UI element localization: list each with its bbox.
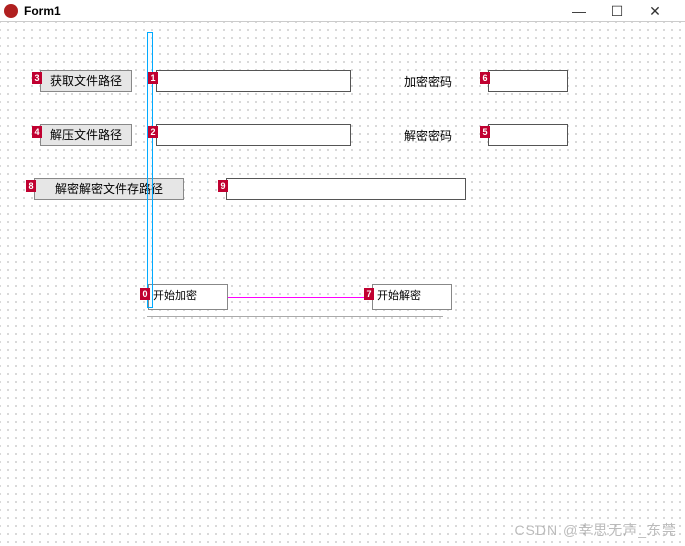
index-tag: 2	[148, 126, 158, 138]
get-file-path-button[interactable]: 获取文件路径	[40, 70, 132, 92]
index-tag: 8	[26, 180, 36, 192]
index-tag: 7	[364, 288, 374, 300]
index-tag: 4	[32, 126, 42, 138]
file-path-input[interactable]	[156, 70, 351, 92]
close-button[interactable]: ✕	[647, 4, 663, 18]
decrypt-password-label: 解密密码	[404, 128, 452, 144]
minimize-button[interactable]: —	[571, 4, 587, 18]
encrypt-password-label: 加密密码	[404, 74, 452, 90]
store-path-input[interactable]	[226, 178, 466, 200]
index-tag: 6	[480, 72, 490, 84]
index-tag: 9	[218, 180, 228, 192]
unzip-path-input[interactable]	[156, 124, 351, 146]
index-tag: 0	[140, 288, 150, 300]
start-decrypt-tab[interactable]: 开始解密	[372, 284, 452, 310]
maximize-button[interactable]: ☐	[609, 4, 625, 18]
unzip-file-path-button[interactable]: 解压文件路径	[40, 124, 132, 146]
decrypt-store-path-button[interactable]: 解密解密文件存路径	[34, 178, 184, 200]
index-tag: 1	[148, 72, 158, 84]
index-tag: 5	[480, 126, 490, 138]
form-designer-surface[interactable]: 3 获取文件路径 1 加密密码 6 4 解压文件路径 2 解密密码 5 8 解密…	[0, 22, 685, 546]
app-icon	[4, 4, 18, 18]
start-encrypt-tab[interactable]: 开始加密	[148, 284, 228, 310]
window-buttons: — ☐ ✕	[571, 4, 681, 18]
window-title: Form1	[24, 4, 61, 18]
encrypt-password-input[interactable]	[488, 70, 568, 92]
index-tag: 3	[32, 72, 42, 84]
decrypt-password-input[interactable]	[488, 124, 568, 146]
watermark: CSDN @幸思无声_东莞	[514, 520, 677, 540]
titlebar: Form1 — ☐ ✕	[0, 0, 685, 22]
